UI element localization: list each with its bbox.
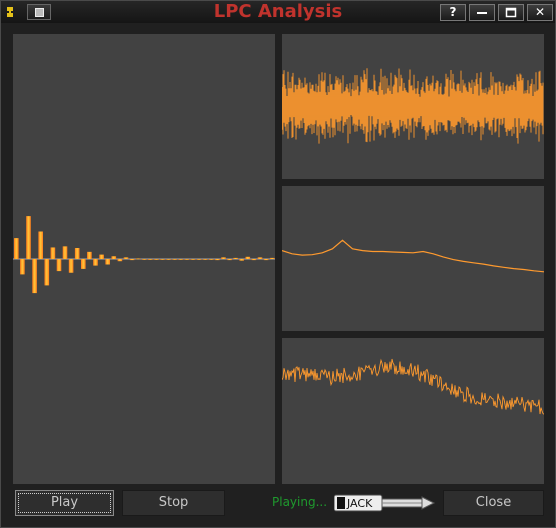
title-bar[interactable]: LPC Analysis ? ✕: [1, 1, 555, 23]
maximize-button[interactable]: [498, 4, 524, 21]
jack-logo: JACK: [334, 494, 436, 512]
coefficient-bar: [233, 257, 238, 259]
help-button[interactable]: ?: [440, 4, 466, 21]
coefficient-bar: [239, 259, 244, 261]
coefficient-bar: [172, 259, 177, 260]
lpc-analysis-window: LPC Analysis ? ✕ Play Stop Playing... JA…: [0, 0, 556, 528]
waveform-chart: [282, 68, 544, 144]
coefficient-bar: [160, 259, 165, 260]
coefficient-bar: [215, 259, 220, 261]
coefficient-bar: [111, 256, 117, 259]
coefficient-bar: [38, 231, 43, 259]
playback-status: Playing...: [272, 495, 328, 509]
coefficient-bar: [196, 259, 202, 260]
coefficient-bar: [178, 259, 184, 260]
waveform-panel: [282, 34, 544, 179]
coefficient-bar: [184, 259, 190, 260]
coefficient-bar: [74, 248, 80, 259]
coefficient-bar: [56, 259, 62, 272]
minimize-icon: [477, 12, 487, 14]
coefficient-bar: [81, 259, 86, 269]
lpc-envelope-line: [282, 239, 544, 273]
coefficient-bar: [62, 246, 68, 259]
svg-text:JACK: JACK: [346, 497, 373, 510]
coefficient-bar: [263, 259, 269, 261]
coefficient-bar: [227, 259, 232, 261]
lpc-coefficients-panel: [13, 34, 275, 484]
coefficient-bar: [166, 259, 171, 260]
waveform-line: [282, 68, 544, 144]
coefficient-bar: [99, 254, 104, 259]
stop-button[interactable]: Stop: [122, 490, 225, 516]
spectrum-chart: [282, 358, 544, 415]
coefficient-bar: [190, 259, 196, 260]
coefficient-bar: [154, 259, 159, 260]
coefficient-bar: [148, 259, 153, 260]
close-button[interactable]: Close: [443, 490, 544, 516]
coefficient-bar: [135, 258, 141, 260]
coefficient-bar: [26, 216, 31, 259]
coefficient-bar: [129, 259, 135, 261]
coefficient-bar: [20, 259, 25, 275]
spectrum-panel: [282, 338, 544, 484]
coefficient-bar: [14, 238, 19, 259]
envelope-panel: [282, 186, 544, 331]
coefficient-bar: [269, 257, 275, 259]
minimize-button[interactable]: [469, 4, 495, 21]
spectrum-line: [282, 358, 544, 415]
coefficient-bar: [209, 259, 214, 260]
coefficient-bar: [257, 257, 263, 259]
coefficient-bar: [93, 259, 98, 266]
coefficient-bar: [68, 259, 74, 273]
close-window-button[interactable]: ✕: [527, 4, 553, 21]
maximize-icon: [505, 7, 517, 18]
coefficient-bar: [105, 259, 110, 265]
coefficient-bar: [87, 251, 92, 259]
coefficient-bar: [32, 259, 37, 294]
coefficient-bar: [44, 259, 50, 286]
coefficient-bar: [251, 259, 257, 261]
coefficient-bar: [245, 256, 251, 259]
coefficient-bar: [123, 257, 129, 259]
coefficient-bar: [202, 259, 208, 260]
coefficient-bar: [221, 257, 226, 259]
lpc-envelope-chart: [282, 239, 544, 273]
coefficient-bar: [142, 259, 147, 260]
lpc-coefficients-chart: [13, 216, 275, 294]
coefficient-bar: [50, 247, 56, 259]
coefficient-bar: [117, 259, 123, 262]
play-button[interactable]: Play: [15, 490, 114, 516]
